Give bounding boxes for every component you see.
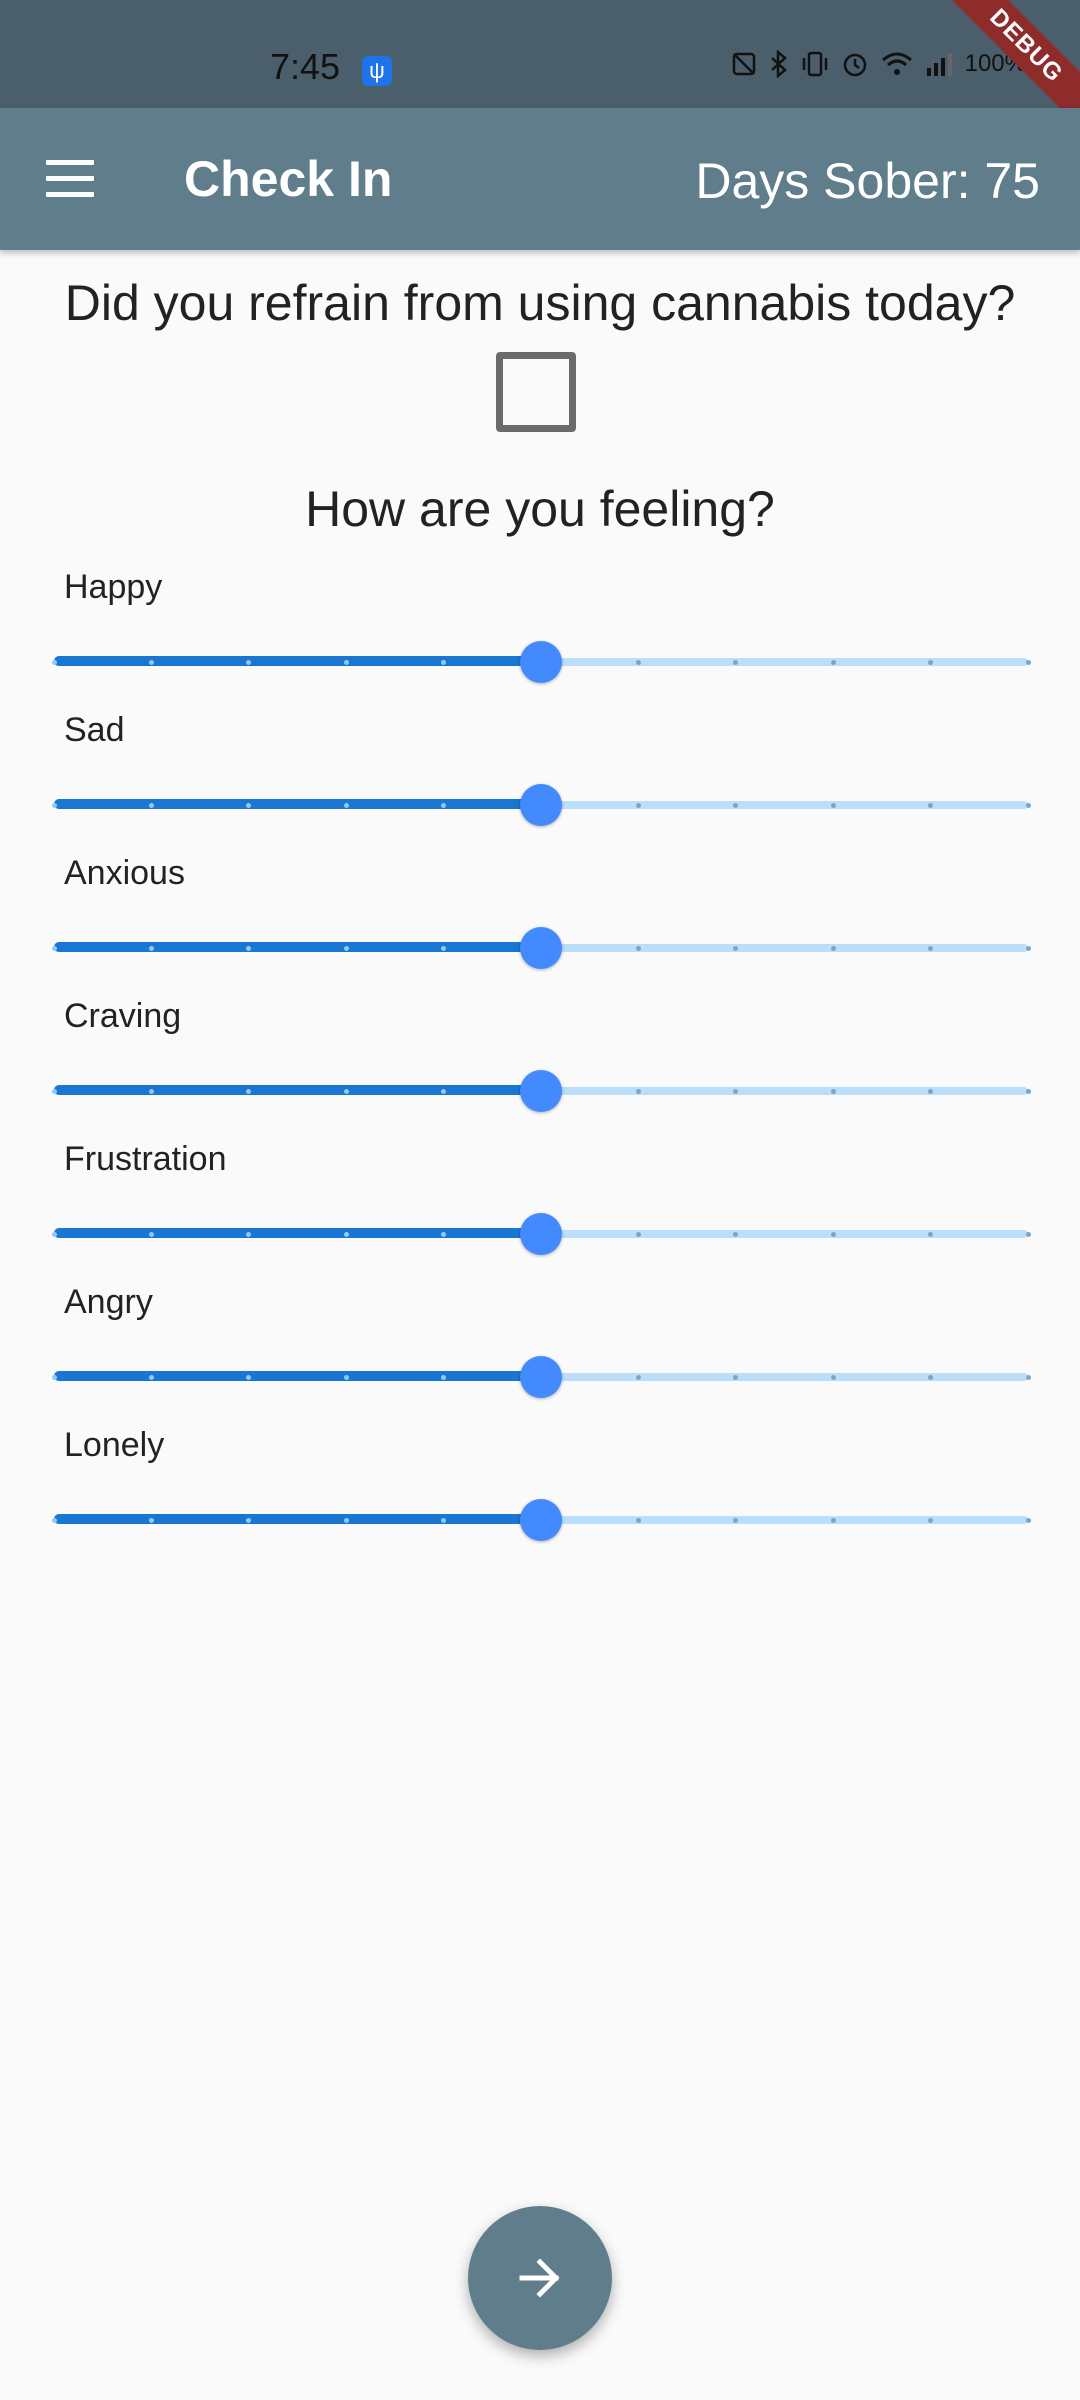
slider-tick — [635, 946, 641, 951]
slider-tick — [830, 1375, 836, 1380]
slider-tick — [51, 660, 57, 665]
slider-thumb[interactable] — [520, 641, 562, 683]
slider-thumb[interactable] — [520, 1213, 562, 1255]
slider-tick — [1025, 1375, 1031, 1380]
slider-label: Craving — [64, 997, 182, 1035]
slider-label: Lonely — [64, 1426, 165, 1464]
slider-tick — [635, 1375, 641, 1380]
slider-row: Anxious — [0, 854, 1080, 997]
slider-tick — [51, 803, 57, 808]
menu-icon[interactable] — [46, 160, 96, 198]
refrain-checkbox[interactable] — [496, 352, 576, 432]
slider-tick — [635, 1232, 641, 1237]
feeling-heading: How are you feeling? — [305, 481, 775, 537]
slider-tick — [1025, 660, 1031, 665]
slider-tick — [343, 660, 349, 665]
slider-tick — [148, 1089, 154, 1094]
status-icons: 100% — [731, 50, 1026, 78]
slider-tick — [635, 803, 641, 808]
slider-tick — [148, 803, 154, 808]
feeling-slider[interactable] — [51, 1356, 1031, 1398]
slider-track-active — [54, 1371, 541, 1381]
slider-track-active — [54, 656, 541, 666]
slider-tick — [343, 1375, 349, 1380]
feeling-slider[interactable] — [51, 1499, 1031, 1541]
slider-tick — [830, 660, 836, 665]
slider-tick — [51, 1232, 57, 1237]
slider-tick — [1025, 1518, 1031, 1523]
signal-icon — [925, 52, 953, 76]
slider-tick — [830, 803, 836, 808]
status-time: 7:45 — [270, 46, 341, 87]
slider-tick — [343, 1232, 349, 1237]
slider-thumb[interactable] — [520, 1356, 562, 1398]
slider-tick — [51, 1518, 57, 1523]
nfc-icon — [731, 51, 757, 77]
slider-tick — [51, 946, 57, 951]
slider-tick — [148, 946, 154, 951]
slider-label: Anxious — [64, 854, 185, 892]
slider-tick — [343, 1518, 349, 1523]
vibrate-icon — [801, 51, 829, 77]
refrain-question: Did you refrain from using cannabis toda… — [64, 275, 1016, 331]
slider-tick — [343, 803, 349, 808]
slider-row: Sad — [0, 711, 1080, 854]
feeling-slider[interactable] — [51, 784, 1031, 826]
wifi-icon — [881, 52, 913, 76]
slider-row: Lonely — [0, 1426, 1080, 1569]
page-title: Check In — [184, 151, 393, 207]
app-bar: Check In Days Sober: 75 — [0, 108, 1080, 250]
slider-tick — [830, 1518, 836, 1523]
slider-tick — [830, 1232, 836, 1237]
slider-row: Happy — [0, 568, 1080, 711]
feeling-slider[interactable] — [51, 641, 1031, 683]
slider-tick — [51, 1375, 57, 1380]
slider-tick — [635, 660, 641, 665]
slider-tick — [51, 1089, 57, 1094]
slider-row: Frustration — [0, 1140, 1080, 1283]
next-button[interactable] — [468, 2206, 612, 2350]
screen: 7:45 ψ 100% DEBUG Check In Days Sober: 7… — [0, 0, 1080, 2400]
slider-track-active — [54, 942, 541, 952]
slider-label: Happy — [64, 568, 163, 606]
usb-icon: ψ — [362, 56, 392, 86]
slider-tick — [148, 1518, 154, 1523]
days-sober-counter: Days Sober: 75 — [695, 153, 1040, 209]
slider-thumb[interactable] — [520, 784, 562, 826]
slider-tick — [1025, 803, 1031, 808]
arrow-right-icon — [519, 2258, 560, 2298]
slider-label: Angry — [64, 1283, 153, 1321]
slider-tick — [635, 1089, 641, 1094]
feeling-slider[interactable] — [51, 1213, 1031, 1255]
slider-track-active — [54, 1085, 541, 1095]
slider-tick — [1025, 1232, 1031, 1237]
slider-tick — [148, 1232, 154, 1237]
slider-label: Frustration — [64, 1140, 227, 1178]
feeling-slider[interactable] — [51, 1070, 1031, 1112]
slider-track-active — [54, 1514, 541, 1524]
slider-tick — [343, 1089, 349, 1094]
slider-tick — [1025, 946, 1031, 951]
slider-tick — [830, 946, 836, 951]
slider-tick — [1025, 1089, 1031, 1094]
slider-tick — [148, 660, 154, 665]
slider-track-active — [54, 1228, 541, 1238]
slider-row: Craving — [0, 997, 1080, 1140]
slider-label: Sad — [64, 711, 125, 749]
slider-tick — [830, 1089, 836, 1094]
slider-thumb[interactable] — [520, 927, 562, 969]
slider-tick — [635, 1518, 641, 1523]
alarm-icon — [841, 50, 869, 78]
slider-tick — [148, 1375, 154, 1380]
slider-thumb[interactable] — [520, 1070, 562, 1112]
feeling-slider[interactable] — [51, 927, 1031, 969]
bluetooth-icon — [769, 50, 789, 78]
status-bar: 7:45 ψ 100% DEBUG — [0, 0, 1080, 145]
slider-tick — [343, 946, 349, 951]
slider-thumb[interactable] — [520, 1499, 562, 1541]
slider-track-active — [54, 799, 541, 809]
slider-row: Angry — [0, 1283, 1080, 1426]
